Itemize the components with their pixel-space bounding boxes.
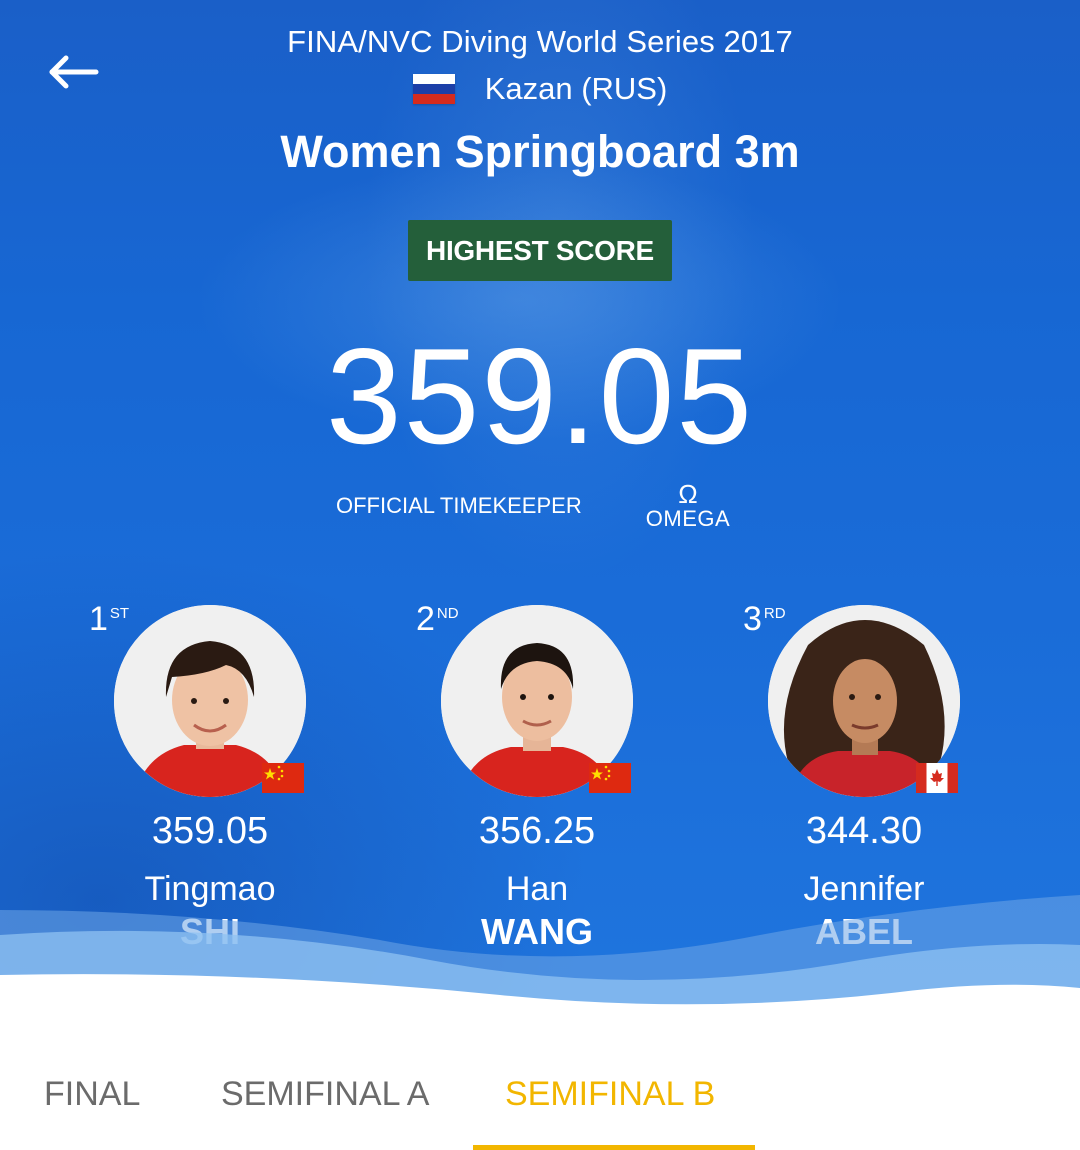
tab-semifinal-b[interactable]: SEMIFINAL B	[505, 1075, 715, 1114]
competition-title: FINA/NVC Diving World Series 2017	[287, 24, 793, 59]
russia-flag-icon	[412, 74, 455, 104]
china-flag-icon	[589, 763, 631, 793]
athlete-score: 359.05	[151, 810, 269, 852]
rank-label: 2 ND	[416, 600, 459, 638]
location-label: Kazan (RUS)	[484, 71, 668, 106]
highest-score-badge: HIGHEST SCORE	[408, 220, 672, 281]
timekeeper-label: OFFICIAL TIMEKEEPER	[336, 493, 582, 518]
omega-symbol-icon: Ω	[678, 479, 698, 509]
rank-label: 3 RD	[743, 600, 786, 638]
location-row: Kazan (RUS)	[0, 69, 1080, 109]
event-title: Women Springboard 3m	[280, 126, 800, 177]
athlete-score: 344.30	[805, 810, 923, 852]
wave-decoration	[0, 895, 1080, 1020]
highest-score-value: 359.05	[326, 320, 754, 472]
canada-flag-icon	[916, 763, 958, 793]
active-tab-indicator	[473, 1145, 755, 1150]
tab-final[interactable]: FINAL	[44, 1075, 140, 1114]
athlete-score: 356.25	[478, 810, 596, 852]
tab-semifinal-a[interactable]: SEMIFINAL A	[221, 1075, 429, 1114]
round-tabs: FINAL SEMIFINAL A SEMIFINAL B	[0, 1015, 1080, 1150]
china-flag-icon	[262, 763, 304, 793]
hero-banner: FINA/NVC Diving World Series 2017 Kazan …	[0, 0, 1080, 1015]
omega-wordmark: OMEGA	[645, 506, 731, 531]
rank-label: 1 ST	[89, 600, 130, 638]
omega-logo: Ω OMEGA	[635, 481, 741, 533]
